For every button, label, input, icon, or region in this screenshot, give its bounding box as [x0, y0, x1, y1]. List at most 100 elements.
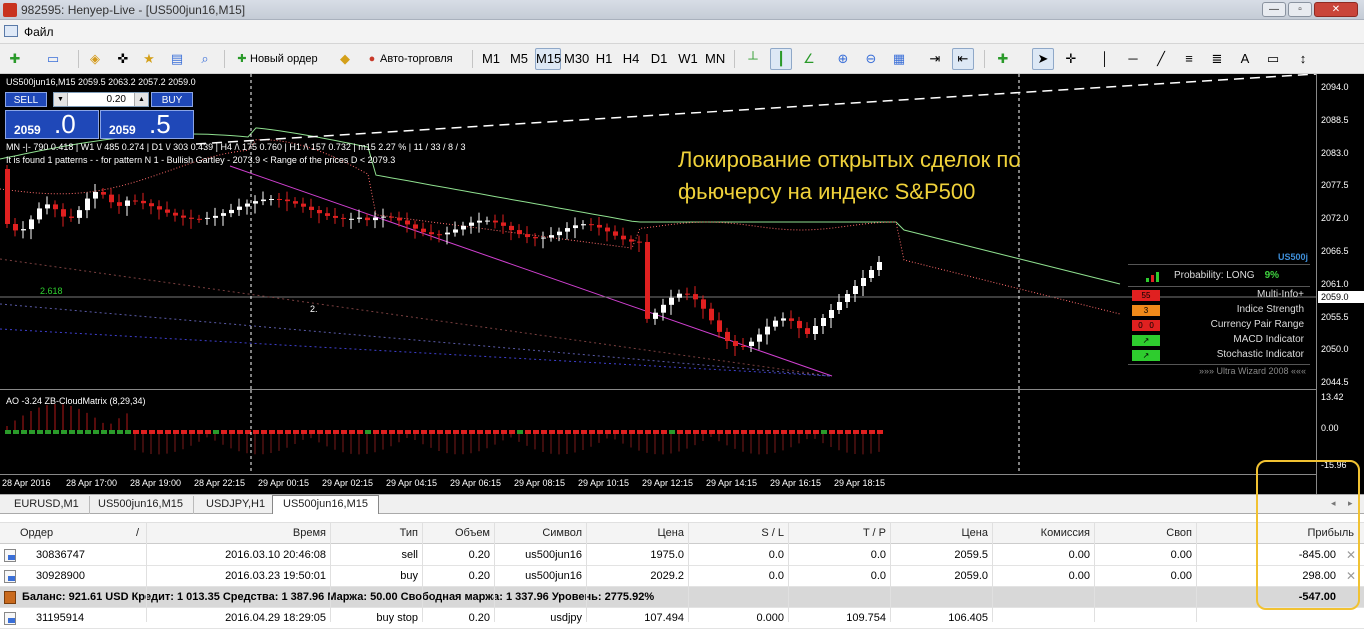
chart-shift-icon[interactable]: ⇤ — [952, 48, 974, 70]
indicators-icon[interactable]: ✚ — [992, 48, 1014, 70]
col-time[interactable]: Время — [250, 527, 326, 539]
tf-m30[interactable]: M30 — [563, 48, 589, 70]
col-price[interactable]: Цена — [610, 527, 684, 539]
meta-editor-icon[interactable]: ◆ — [334, 48, 356, 70]
price-chart-canvas — [0, 74, 1316, 389]
profiles-icon[interactable]: ▭ — [42, 48, 64, 70]
channel-icon[interactable]: ≡ — [1178, 48, 1200, 70]
autoscroll-icon[interactable]: ⇥ — [924, 48, 946, 70]
terminal-icon[interactable]: ▤ — [166, 48, 188, 70]
tf-m1[interactable]: M1 — [480, 48, 502, 70]
candle-body — [325, 213, 330, 216]
maximize-button[interactable]: ▫ — [1288, 2, 1312, 17]
cloudmatrix-cell — [301, 430, 307, 434]
tab-scroll-left-icon[interactable]: ◂ — [1331, 498, 1336, 509]
vertical-line-icon[interactable]: │ — [1094, 48, 1116, 70]
time-tick-label: 29 Apr 00:15 — [258, 478, 310, 488]
tf-h1[interactable]: H1 — [593, 48, 615, 70]
bar-chart-icon[interactable]: ┴ — [742, 48, 764, 70]
table-row[interactable]: 30928900 2016.03.23 19:50:01 buy 0.20 us… — [0, 566, 1364, 587]
lot-up-icon[interactable]: ▲ — [134, 93, 148, 106]
cell-current-price: 2059.5 — [954, 549, 988, 561]
price-chart[interactable]: US500jun16,M15 2059.5 2063.2 2057.2 2059… — [0, 74, 1316, 389]
col-tp[interactable]: T / P — [820, 527, 886, 539]
trendline-icon[interactable]: ╱ — [1150, 48, 1172, 70]
time-tick-label: 29 Apr 10:15 — [578, 478, 630, 488]
tile-icon[interactable]: ▦ — [888, 48, 910, 70]
close-button[interactable]: ✕ — [1314, 2, 1358, 17]
tf-mn[interactable]: MN — [704, 48, 726, 70]
table-row[interactable]: 30836747 2016.03.10 20:46:08 sell 0.20 u… — [0, 545, 1364, 566]
candle-body — [53, 204, 58, 210]
lot-input[interactable]: ▼ 0.20 ▲ — [53, 92, 149, 107]
col-sl[interactable]: S / L — [720, 527, 784, 539]
new-order-button[interactable]: ✚ Новый ордер — [230, 48, 322, 70]
fibonacci-icon[interactable]: ≣ — [1206, 48, 1228, 70]
candle-body — [605, 227, 610, 232]
minimize-button[interactable]: — — [1262, 2, 1286, 17]
cloudmatrix-cell — [421, 430, 427, 434]
tester-icon[interactable]: ⌕ — [194, 48, 216, 70]
pattern-info: It is found 1 patterns - - for pattern N… — [6, 155, 396, 165]
candlestick-icon[interactable]: ┃ — [770, 48, 792, 70]
col-commission[interactable]: Комиссия — [1000, 527, 1090, 539]
zoom-out-icon[interactable]: ⊖ — [860, 48, 882, 70]
tab-us500-1[interactable]: US500jun16,M15 — [88, 496, 195, 514]
sell-price[interactable]: 2059 .0 — [5, 109, 99, 139]
col-swap[interactable]: Своп — [1120, 527, 1192, 539]
auto-trading-button[interactable]: ● Авто-торговля — [360, 48, 457, 70]
tab-scroll-right-icon[interactable]: ▸ — [1348, 498, 1353, 509]
col-sort[interactable]: / — [136, 527, 139, 539]
candle-body — [189, 217, 194, 219]
tf-w1[interactable]: W1 — [677, 48, 699, 70]
col-profit[interactable]: Прибыль — [1260, 527, 1354, 539]
cloudmatrix-cell — [157, 430, 163, 434]
candle-body — [573, 225, 578, 229]
new-order-label: Новый ордер — [250, 53, 318, 65]
price-tick-label: 2055.5 — [1321, 311, 1349, 322]
col-order[interactable]: Ордер — [20, 527, 53, 539]
zoom-in-icon[interactable]: ⊕ — [832, 48, 854, 70]
time-tick-label: 29 Apr 16:15 — [770, 478, 822, 488]
buy-price-big: .5 — [149, 109, 171, 139]
candle-body — [717, 320, 722, 332]
tf-d1[interactable]: D1 — [648, 48, 670, 70]
close-position-icon[interactable]: ✕ — [1346, 548, 1356, 562]
cursor-icon[interactable]: ➤ — [1032, 48, 1054, 70]
chart-tabs: EURUSD,M1 US500jun16,M15 USDJPY,H1 US500… — [0, 494, 1364, 515]
tf-h4[interactable]: H4 — [620, 48, 642, 70]
col-type[interactable]: Тип — [360, 527, 418, 539]
indicator-chart[interactable]: AO -3.24 ZB-CloudMatrix (8,29,34) — [0, 389, 1316, 474]
menu-file[interactable]: Файл — [24, 25, 54, 39]
candle-body — [869, 270, 874, 278]
close-position-icon[interactable]: ✕ — [1346, 569, 1356, 583]
table-row[interactable]: 31195914 2016.04.29 18:29:05 buy stop 0.… — [0, 608, 1364, 629]
col-current-price[interactable]: Цена — [920, 527, 988, 539]
new-chart-icon[interactable]: ✚ — [4, 48, 26, 70]
navigator-icon[interactable]: ★ — [138, 48, 160, 70]
col-symbol[interactable]: Символ — [520, 527, 582, 539]
candle-body — [493, 220, 498, 223]
arrows-icon[interactable]: ↕ — [1292, 48, 1314, 70]
buy-price[interactable]: 2059 .5 — [100, 109, 194, 139]
market-watch-icon[interactable]: ◈ — [84, 48, 106, 70]
crosshair-icon[interactable]: ✛ — [1060, 48, 1082, 70]
data-window-icon[interactable]: ✜ — [112, 48, 134, 70]
candle-body — [581, 224, 586, 226]
tf-m5[interactable]: M5 — [508, 48, 530, 70]
col-volume[interactable]: Объем — [430, 527, 490, 539]
cloudmatrix-cell — [237, 430, 243, 434]
lot-down-icon[interactable]: ▼ — [54, 93, 68, 106]
tf-m15[interactable]: M15 — [535, 48, 561, 70]
buy-button[interactable]: BUY — [151, 92, 193, 107]
horizontal-line-icon[interactable]: ─ — [1122, 48, 1144, 70]
tab-usdjpy[interactable]: USDJPY,H1 — [196, 496, 277, 514]
candle-body — [101, 192, 106, 195]
sell-button[interactable]: SELL — [5, 92, 47, 107]
line-chart-icon[interactable]: ∠ — [798, 48, 820, 70]
label-icon[interactable]: ▭ — [1262, 48, 1284, 70]
text-icon[interactable]: A — [1234, 48, 1256, 70]
tab-eurusd[interactable]: EURUSD,M1 — [4, 496, 90, 514]
tab-us500-2[interactable]: US500jun16,M15 — [272, 495, 380, 515]
ultra-wizard-panel: US500j Probability: LONG 9% 55 Multi-Info+… — [1126, 250, 1312, 380]
